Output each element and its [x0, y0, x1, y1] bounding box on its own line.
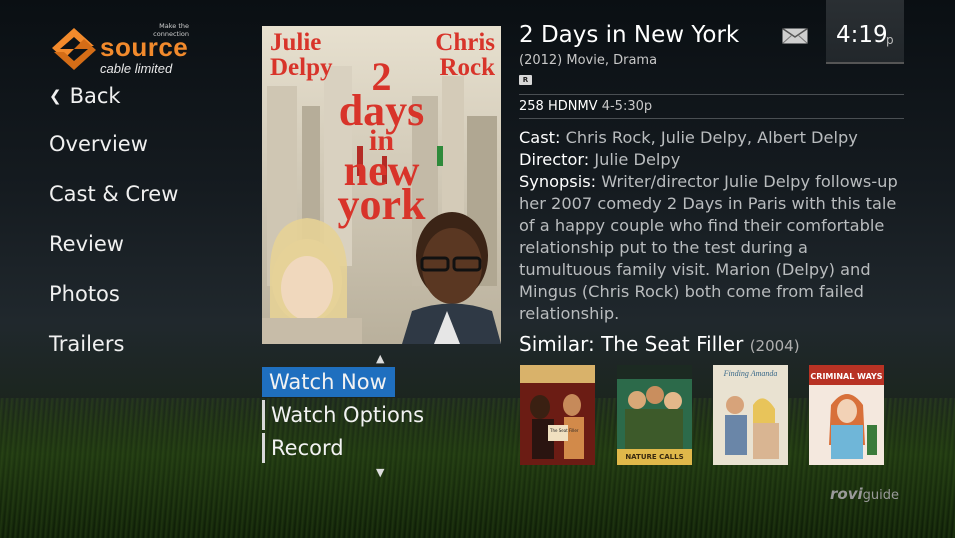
divider — [519, 118, 904, 119]
channel-number: 258 HDNMV — [519, 99, 598, 114]
director-value: Julie Delpy — [594, 150, 681, 169]
menu-item-cast-crew[interactable]: Cast & Crew — [49, 180, 178, 230]
similar-thumb-caption: The Seat Filler — [550, 428, 579, 433]
similar-thumb-caption: CRIMINAL WAYS — [810, 372, 883, 381]
program-subtitle: (2012) Movie, Drama — [519, 53, 658, 68]
chevron-left-icon: ❮ — [49, 87, 62, 105]
poster-title-art: 2 days in new york — [337, 54, 426, 229]
synopsis-row: Synopsis: Writer/director Julie Delpy fo… — [519, 172, 898, 323]
similar-thumb[interactable]: NATURE CALLS — [617, 365, 692, 465]
logo-mark-icon — [52, 28, 96, 70]
divider — [519, 94, 904, 95]
director-row: Director: Julie Delpy — [519, 150, 681, 169]
cast-value: Chris Rock, Julie Delpy, Albert Delpy — [565, 128, 858, 147]
menu-item-review[interactable]: Review — [49, 230, 178, 280]
clock-ampm: p — [886, 33, 894, 47]
back-button[interactable]: ❮ Back — [49, 82, 178, 130]
program-title: 2 Days in New York — [519, 22, 740, 48]
source-cable-logo: Make the connection source cable limited — [50, 22, 195, 78]
menu-item-trailers[interactable]: Trailers — [49, 330, 178, 380]
menu-item-overview[interactable]: Overview — [49, 130, 178, 180]
movie-poster[interactable]: Julie Delpy Chris Rock 2 days in new york — [262, 26, 501, 344]
airing-time: 4-5:30p — [601, 99, 653, 114]
cast-row: Cast: Chris Rock, Julie Delpy, Albert De… — [519, 128, 858, 147]
similar-thumb[interactable]: The Seat Filler — [520, 365, 595, 465]
rovi-guide-logo: roviguide — [830, 485, 899, 503]
clock-panel: 4:19 p — [826, 0, 904, 64]
rating-badge: R — [519, 75, 532, 85]
scroll-down-icon[interactable]: ▼ — [376, 466, 384, 479]
similar-thumb[interactable]: CRIMINAL WAYS — [809, 365, 884, 465]
similar-heading: Similar: The Seat Filler (2004) — [519, 332, 800, 356]
menu-item-photos[interactable]: Photos — [49, 280, 178, 330]
record-button[interactable]: Record — [262, 433, 344, 463]
side-menu: ❮ Back Overview Cast & Crew Review Photos… — [49, 82, 178, 380]
similar-thumb-caption: Finding Amanda — [723, 369, 778, 378]
logo-wordmark: source — [100, 32, 189, 62]
mail-icon[interactable] — [782, 28, 808, 44]
program-details: Cast: Chris Rock, Julie Delpy, Albert De… — [519, 127, 904, 325]
clock-time: 4:19 — [836, 22, 888, 48]
watch-now-button[interactable]: Watch Now — [262, 367, 395, 397]
scroll-up-icon[interactable]: ▲ — [376, 352, 384, 365]
synopsis-value: Writer/director Julie Delpy follows-up h… — [519, 172, 898, 323]
similar-thumb-caption: NATURE CALLS — [625, 453, 684, 461]
channel-airing: 258 HDNMV 4-5:30p — [519, 99, 652, 114]
logo-subtitle: cable limited — [100, 61, 173, 76]
watch-options-button[interactable]: Watch Options — [262, 400, 424, 430]
similar-thumb[interactable]: Finding Amanda — [713, 365, 788, 465]
